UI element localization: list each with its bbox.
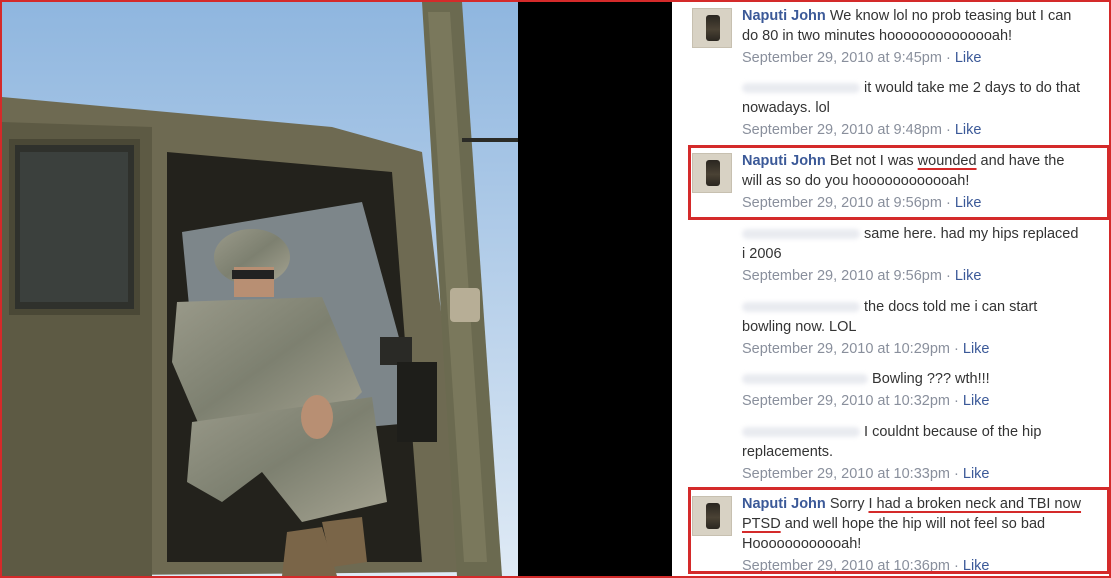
outer-frame	[0, 0, 1111, 578]
